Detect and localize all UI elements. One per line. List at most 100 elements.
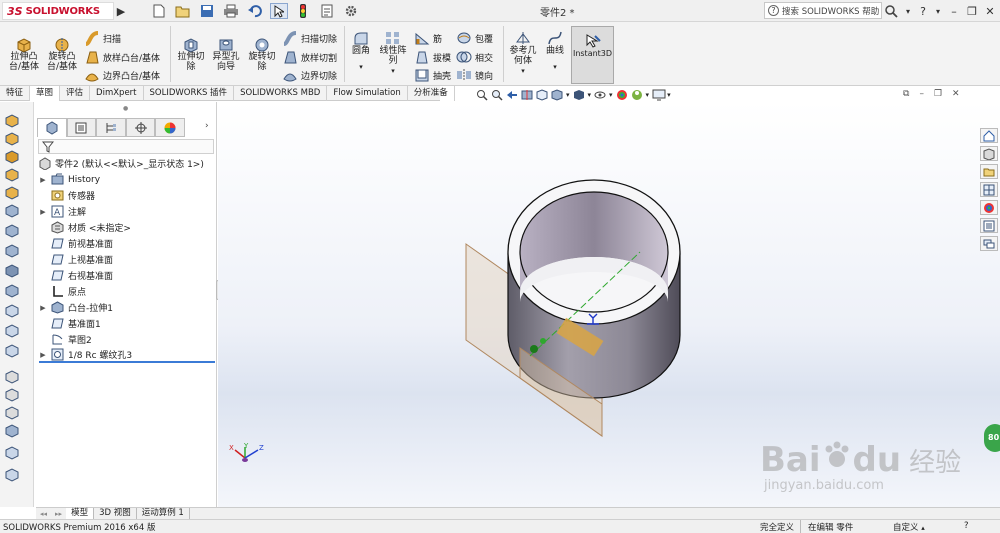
- dimxpert-manager-tab[interactable]: [125, 118, 156, 137]
- pattern-shortcut-icon[interactable]: [5, 424, 19, 438]
- boundary-boss-button[interactable]: 边界凸台/基体: [84, 67, 160, 83]
- close-icon[interactable]: ✕: [984, 3, 996, 19]
- tree-expand-icon[interactable]: ▶: [39, 176, 47, 184]
- tree-item[interactable]: 前视基准面: [39, 236, 113, 251]
- menu-expand-icon[interactable]: ▶: [116, 3, 126, 19]
- tab-6[interactable]: Flow Simulation: [327, 86, 408, 101]
- display-manager-tab[interactable]: [155, 118, 185, 137]
- tab-5[interactable]: SOLIDWORKS MBD: [234, 86, 328, 101]
- hole-wizard-shortcut-icon[interactable]: [5, 224, 19, 238]
- bottom-tab-0[interactable]: 模型: [66, 507, 95, 520]
- file-explorer-tab[interactable]: [980, 164, 998, 179]
- tab-1[interactable]: 草图: [30, 86, 61, 101]
- tree-item[interactable]: ▶ 1/8 Rc 螺纹孔3: [39, 348, 215, 363]
- tree-root-part[interactable]: 零件2 (默认<<默认>_显示状态 1>): [38, 156, 204, 171]
- reference-geometry-shortcut-icon[interactable]: [5, 446, 19, 460]
- tree-item[interactable]: ▶ History: [39, 172, 100, 187]
- tab-0[interactable]: 特征: [0, 86, 31, 101]
- help-icon[interactable]: ?: [918, 3, 928, 19]
- sweep-cut-button[interactable]: 扫描切除: [282, 30, 337, 46]
- curves-dropdown-icon[interactable]: ▾: [553, 62, 557, 72]
- sweep-shortcut-icon[interactable]: [5, 150, 19, 164]
- tree-item[interactable]: ▶ A 注解: [39, 204, 86, 219]
- previous-view-icon[interactable]: [506, 89, 518, 101]
- tab-4[interactable]: SOLIDWORKS 插件: [144, 86, 235, 101]
- bottom-tab-2[interactable]: 运动算例 1: [137, 507, 190, 520]
- undo-icon[interactable]: [246, 3, 264, 19]
- instant3d-button[interactable]: Instant3D: [571, 26, 614, 84]
- curves-button[interactable]: 曲线 ▾: [541, 30, 569, 72]
- boundary-shortcut-icon[interactable]: [5, 186, 19, 200]
- search-dropdown-icon[interactable]: ▾: [904, 3, 912, 19]
- loft-boss-button[interactable]: 放样凸台/基体: [84, 49, 160, 65]
- fillet-button[interactable]: 圆角 ▾: [348, 30, 374, 72]
- hole-center-point-2[interactable]: [540, 338, 546, 344]
- configuration-manager-tab[interactable]: [96, 118, 126, 137]
- feature-manager-tab[interactable]: [37, 118, 67, 137]
- open-icon[interactable]: [174, 3, 192, 19]
- hide-show-items-icon[interactable]: [594, 89, 606, 101]
- loft-cut-button[interactable]: 放样切割: [282, 49, 337, 65]
- save-icon[interactable]: [198, 3, 216, 19]
- tree-item[interactable]: ▶ 凸台-拉伸1: [39, 300, 113, 315]
- tree-expand-icon[interactable]: ▶: [39, 304, 47, 312]
- help-search-box[interactable]: ? 搜索 SOLIDWORKS 帮助: [764, 2, 882, 19]
- fillet-shortcut-icon[interactable]: [5, 304, 19, 318]
- extrude-boss-button[interactable]: 拉伸凸 台/基体: [6, 36, 42, 72]
- fillet-dropdown-icon[interactable]: ▾: [359, 62, 363, 72]
- draft-shortcut-icon[interactable]: [5, 370, 19, 384]
- reference-geometry-button[interactable]: 参考几 何体 ▾: [506, 30, 540, 76]
- mirror-shortcut-icon[interactable]: [5, 388, 19, 402]
- doc-tile-icon[interactable]: ⧉: [903, 89, 909, 101]
- extrude-boss-shortcut-icon[interactable]: [5, 114, 19, 128]
- tab-3[interactable]: DimXpert: [90, 86, 144, 101]
- view-orientation-dropdown-icon[interactable]: ▾: [566, 91, 570, 99]
- tree-item[interactable]: 基准面1: [39, 316, 101, 331]
- shell-button[interactable]: 抽壳: [414, 67, 451, 83]
- scene-dropdown-icon[interactable]: ▾: [646, 91, 650, 99]
- rib-button[interactable]: 筋: [414, 30, 442, 46]
- forum-tab[interactable]: [980, 236, 998, 251]
- dynamic-annotation-icon[interactable]: [536, 89, 548, 101]
- section-view-icon[interactable]: [521, 89, 533, 101]
- property-manager-tab[interactable]: [66, 118, 97, 137]
- tree-filter[interactable]: [38, 139, 214, 154]
- panel-grip-icon[interactable]: ●: [123, 105, 128, 112]
- curves-shortcut-icon[interactable]: [5, 468, 19, 482]
- tree-expand-icon[interactable]: ▶: [39, 351, 47, 359]
- shell-shortcut-icon[interactable]: [5, 324, 19, 338]
- zoom-area-icon[interactable]: [491, 89, 503, 101]
- file-properties-icon[interactable]: [318, 3, 336, 19]
- appearances-tab[interactable]: [980, 200, 998, 215]
- apply-scene-icon[interactable]: [631, 89, 643, 101]
- intersect-button[interactable]: 相交: [456, 49, 493, 65]
- design-library-tab[interactable]: [980, 146, 998, 161]
- display-style-dropdown-icon[interactable]: ▾: [588, 91, 592, 99]
- extrude-cut-button[interactable]: 拉伸切 除: [174, 36, 208, 72]
- view-orientation-icon[interactable]: [551, 89, 563, 101]
- options-gear-icon[interactable]: [342, 3, 360, 19]
- tree-item[interactable]: 右视基准面: [39, 268, 113, 283]
- solidworks-logo[interactable]: 3S SOLIDWORKS: [2, 2, 114, 20]
- select-arrow-icon[interactable]: [270, 3, 288, 19]
- reference-geometry-dropdown-icon[interactable]: ▾: [521, 66, 525, 76]
- tree-item[interactable]: 原点: [39, 284, 86, 299]
- minimize-icon[interactable]: –: [948, 3, 960, 19]
- boundary-cut-button[interactable]: 边界切除: [282, 67, 337, 83]
- status-help-icon[interactable]: ?: [964, 521, 969, 531]
- draft-button[interactable]: 拔模: [414, 49, 451, 65]
- linear-pattern-button[interactable]: 线性阵 列 ▾: [376, 30, 410, 76]
- panel-scroll-right-icon[interactable]: ›: [205, 121, 209, 131]
- tree-item[interactable]: 草图2: [39, 332, 92, 347]
- doc-close-icon[interactable]: ✕: [952, 89, 960, 101]
- tree-expand-icon[interactable]: ▶: [39, 208, 47, 216]
- hole-center-point[interactable]: [530, 345, 538, 353]
- tree-item[interactable]: 传感器: [39, 188, 95, 203]
- revolve-boss-shortcut-icon[interactable]: [5, 132, 19, 146]
- rib-shortcut-icon[interactable]: [5, 344, 19, 358]
- new-document-icon[interactable]: [150, 3, 168, 19]
- view-settings-dropdown-icon[interactable]: ▾: [667, 91, 671, 99]
- tree-item[interactable]: 上视基准面: [39, 252, 113, 267]
- tab-scroll-right-icon[interactable]: ▸▸: [51, 510, 66, 518]
- wrap-button[interactable]: 包覆: [456, 30, 493, 46]
